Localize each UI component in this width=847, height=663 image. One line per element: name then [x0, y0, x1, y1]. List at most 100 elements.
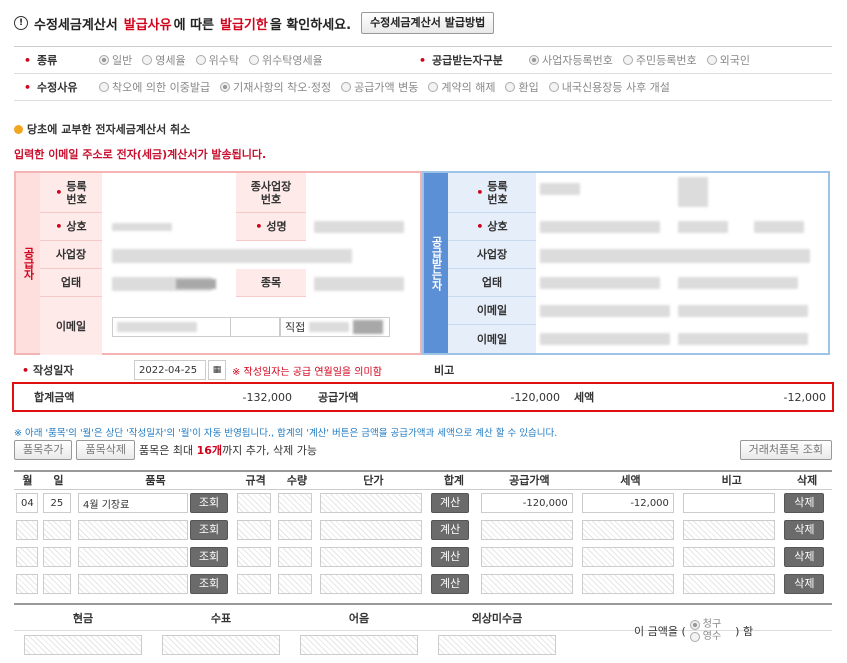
item-delete-button[interactable]: 삭제	[784, 574, 825, 594]
item-supply-input[interactable]	[480, 547, 573, 567]
payment-input-2[interactable]	[300, 635, 418, 655]
item-month-input[interactable]	[16, 547, 38, 567]
radio-icon	[195, 55, 206, 65]
supplier-reg-no-field[interactable]	[104, 177, 234, 207]
bullet-icon	[14, 124, 23, 134]
payment-table: 현금 수표 어음 외상미수금 이 금액을 ( 청구 영수 ) 함	[14, 603, 832, 659]
item-calc-button[interactable]: 계산	[431, 520, 470, 540]
issue-guide-button[interactable]: 수정세금계산서 발급방법	[361, 12, 495, 34]
receiver-reg-no-label: • 등록 번호	[448, 173, 536, 213]
item-day-input[interactable]	[42, 547, 71, 567]
item-name-input[interactable]	[77, 574, 188, 594]
item-qty-input[interactable]	[278, 520, 313, 540]
reason-option-5[interactable]: 내국신용장등 사후 개설	[548, 79, 670, 95]
item-remark-input[interactable]	[683, 574, 776, 594]
item-name-input[interactable]: 4월 기장료	[77, 493, 188, 513]
supplier-biz-item-label: 종목	[236, 269, 306, 297]
item-remark-input[interactable]	[683, 547, 776, 567]
item-calc-button[interactable]: 계산	[431, 493, 470, 513]
item-spec-input[interactable]	[237, 520, 271, 540]
lookup-items-button[interactable]: 거래처품목 조회	[739, 440, 832, 460]
item-tax-input[interactable]	[581, 574, 674, 594]
items-header-0: 월	[14, 470, 41, 490]
reason-option-1[interactable]: 기재사항의 착오·정정	[220, 79, 331, 95]
title-mid2: 을 확인하세요.	[269, 17, 352, 33]
reason-option-4[interactable]: 환입	[505, 79, 539, 95]
item-lookup-button[interactable]: 조회	[189, 574, 228, 594]
items-table: 월 일 품목 규격 수량 단가 합계 공급가액 세액 비고 삭제 04 25 4월 기장료 조회 계산 -12…	[14, 470, 832, 598]
item-qty-input[interactable]	[278, 574, 313, 594]
calendar-icon[interactable]: ▦	[208, 360, 226, 380]
item-unit-price-input[interactable]	[319, 547, 422, 567]
tax-amount-label: 세액	[574, 391, 595, 404]
item-tax-input[interactable]: -12,000	[581, 493, 674, 513]
item-qty-input[interactable]	[278, 547, 313, 567]
item-remark-input[interactable]	[683, 520, 776, 540]
supplier-email-domain-input[interactable]	[230, 317, 280, 337]
supplier-email-id-input[interactable]	[112, 317, 232, 337]
receiver-type-option-2[interactable]: 외국인	[706, 52, 750, 68]
item-name-input[interactable]	[77, 520, 188, 540]
receiver-type-option-0[interactable]: 사업자등록번호	[529, 52, 613, 68]
supplier-email-domain-select[interactable]: 직접	[280, 317, 390, 337]
item-delete-button[interactable]: 삭제	[784, 493, 825, 513]
total-amount-value: -132,000	[242, 390, 292, 404]
items-header-9: 비고	[681, 470, 783, 490]
item-supply-input[interactable]	[480, 520, 573, 540]
reason-option-3[interactable]: 계약의 해제	[428, 79, 495, 95]
item-spec-input[interactable]	[237, 547, 271, 567]
redaction-mark	[754, 221, 804, 233]
item-day-input[interactable]: 25	[42, 493, 71, 513]
supplier-address-label: 사업장	[40, 241, 102, 269]
item-supply-input[interactable]	[480, 574, 573, 594]
radio-label: 환입	[518, 81, 539, 94]
item-remark-input[interactable]	[683, 493, 776, 513]
item-month-input[interactable]	[16, 574, 38, 594]
reason-option-2[interactable]: 공급가액 변동	[341, 79, 418, 95]
item-qty-input[interactable]	[278, 493, 313, 513]
item-unit-price-input[interactable]	[319, 493, 422, 513]
item-month-input[interactable]	[16, 520, 38, 540]
item-spec-input[interactable]	[237, 574, 271, 594]
item-name-input[interactable]	[77, 547, 188, 567]
claim-option-0[interactable]: 청구	[689, 619, 721, 631]
receiver-side-label: 공급받는자	[424, 173, 448, 353]
redaction-mark	[540, 305, 670, 317]
item-supply-input[interactable]: -120,000	[480, 493, 573, 513]
supplier-ceo-label: • 성명	[236, 213, 306, 241]
delete-item-button[interactable]: 품목삭제	[76, 440, 135, 460]
type-option-3[interactable]: 위수탁영세율	[249, 52, 323, 68]
item-unit-price-input[interactable]	[319, 574, 422, 594]
item-calc-button[interactable]: 계산	[431, 574, 470, 594]
radio-icon	[341, 82, 352, 92]
payment-input-0[interactable]	[24, 635, 142, 655]
radio-label: 공급가액 변동	[354, 81, 419, 94]
item-lookup-button[interactable]: 조회	[189, 520, 228, 540]
receiver-type-option-1[interactable]: 주민등록번호	[622, 52, 697, 68]
receiver-type-radio-group: 사업자등록번호 주민등록번호 외국인	[529, 52, 760, 68]
date-input[interactable]: 2022-04-25	[134, 360, 206, 380]
item-day-input[interactable]	[42, 520, 71, 540]
item-lookup-button[interactable]: 조회	[189, 547, 228, 567]
item-tax-input[interactable]	[581, 547, 674, 567]
receiver-type-label: • 공급받는자구분	[419, 54, 503, 67]
item-unit-price-input[interactable]	[319, 520, 422, 540]
reason-option-0[interactable]: 착오에 의한 이중발급	[99, 79, 210, 95]
item-delete-button[interactable]: 삭제	[784, 520, 825, 540]
type-option-0[interactable]: 일반	[99, 52, 132, 68]
item-delete-button[interactable]: 삭제	[784, 547, 825, 567]
payment-input-3[interactable]	[438, 635, 556, 655]
radio-label: 계약의 해제	[441, 81, 496, 94]
item-lookup-button[interactable]: 조회	[189, 493, 228, 513]
type-option-1[interactable]: 영세율	[142, 52, 186, 68]
item-tax-input[interactable]	[581, 520, 674, 540]
item-month-input[interactable]: 04	[16, 493, 38, 513]
item-spec-input[interactable]	[237, 493, 271, 513]
item-day-input[interactable]	[42, 574, 71, 594]
item-calc-button[interactable]: 계산	[431, 547, 470, 567]
add-item-button[interactable]: 품목추가	[14, 440, 73, 460]
claim-option-1[interactable]: 영수	[689, 631, 721, 643]
payment-input-1[interactable]	[162, 635, 280, 655]
items-toolbar: 품목추가 품목삭제 품목은 최대 16개까지 추가, 삭제 가능 거래처품목 조…	[14, 440, 832, 460]
type-option-2[interactable]: 위수탁	[195, 52, 239, 68]
